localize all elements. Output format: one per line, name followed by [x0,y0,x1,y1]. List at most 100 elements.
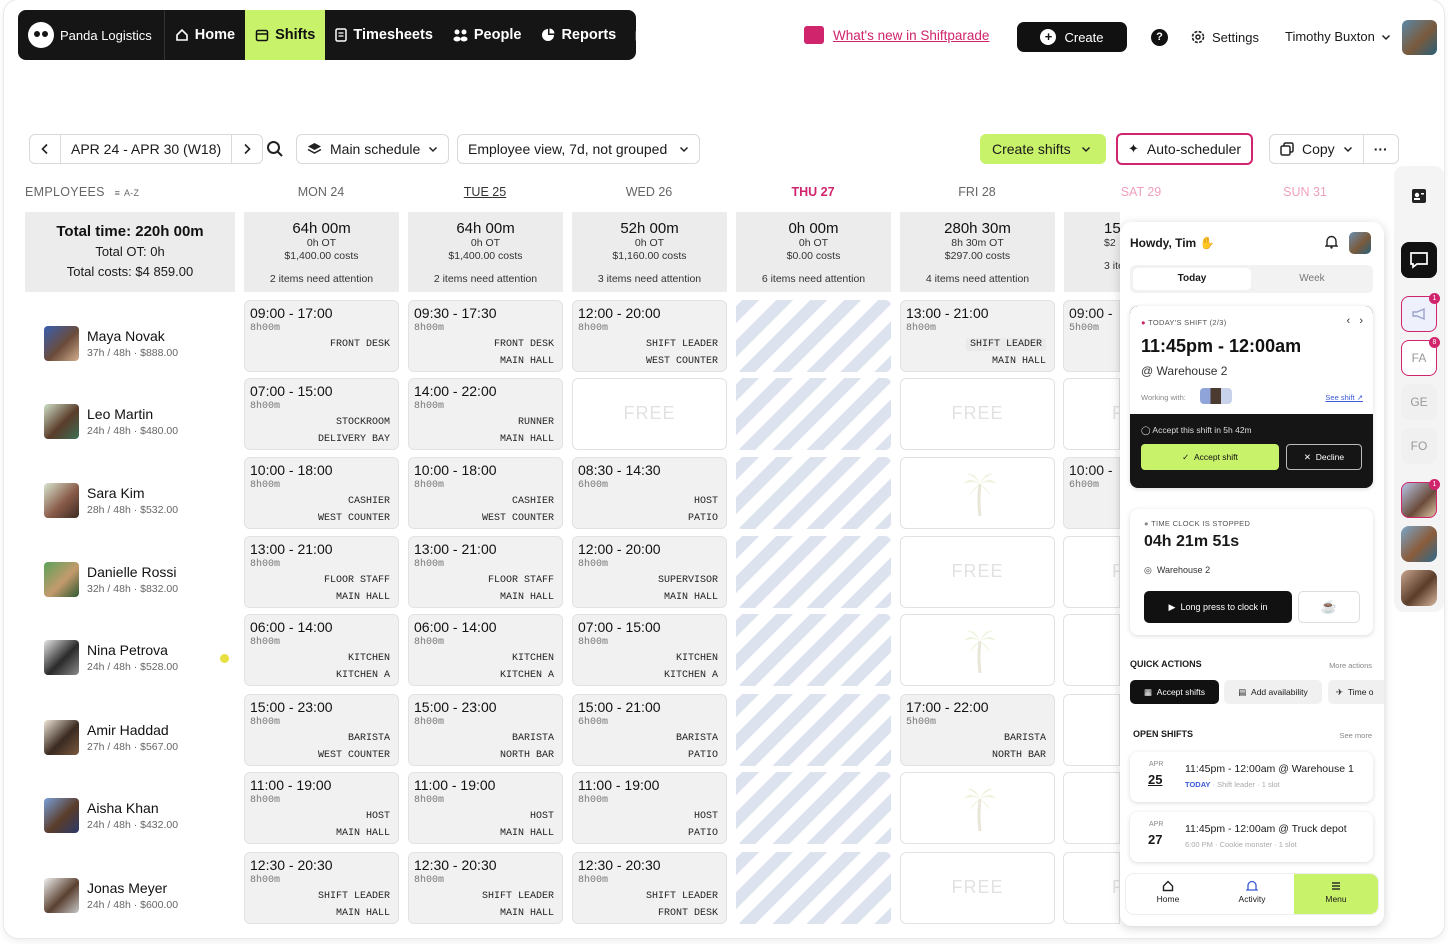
more-actions-link[interactable]: More actions [1329,661,1372,670]
free-cell[interactable]: FREE [900,536,1055,608]
nav-home[interactable]: Home [165,10,245,60]
employees-header[interactable]: EMPLOYEES ≡ A-Z [25,185,139,199]
panel-avatar[interactable] [1349,232,1371,254]
free-cell[interactable] [1063,694,1120,766]
settings-button[interactable]: Settings [1190,29,1259,45]
shift-card[interactable]: 12:30 - 20:30 8h00m SHIFT LEADER MAIN HALL [408,852,563,924]
shift-card[interactable]: 15:00 - 23:00 8h00m BARISTA WEST COUNTER [244,694,399,766]
day-summary[interactable]: 52h 00m 0h OT $1,160.00 costs 3 items need … [572,212,727,292]
day-header[interactable]: SUN 31 [1228,185,1382,199]
day-header[interactable]: FRI 28 [900,185,1054,199]
open-shift-item[interactable]: APR 25 11:45pm - 12:00am @ Warehouse 1 TODA… [1130,752,1373,802]
whats-new-link[interactable]: What's new in Shiftparade [804,26,989,44]
add-availability-action[interactable]: ▤ Add availability [1224,680,1322,704]
rail-contact-ge[interactable]: GE [1401,384,1437,420]
bottom-nav-activity[interactable]: Activity [1210,874,1294,914]
shift-card[interactable]: 06:00 - 14:00 8h00m KITCHEN KITCHEN A [408,614,563,686]
view-select[interactable]: Employee view, 7d, not grouped [457,134,701,164]
day-header[interactable]: SAT 29 [1064,185,1218,199]
day-summary[interactable]: 64h 00m 0h OT $1,400.00 costs 2 items need … [408,212,563,292]
see-more-link[interactable]: See more [1339,731,1372,740]
pin-icon[interactable]: ▮ [626,10,636,60]
day-summary[interactable]: 280h 30m 8h 30m OT $297.00 costs 4 items ne… [900,212,1055,292]
employee-row[interactable]: Leo Martin 24h / 48h · $480.00 [44,404,178,439]
shift-card[interactable]: 12:30 - 20:30 8h00m SHIFT LEADER MAIN HALL [244,852,399,924]
rail-contact-avatar-3[interactable] [1401,570,1437,606]
bottom-nav-home[interactable]: Home [1126,874,1210,914]
bell-icon[interactable] [1325,235,1338,249]
tab-today[interactable]: Today [1133,268,1251,290]
rail-contact-avatar-1[interactable]: 1 [1401,479,1440,518]
next-week-button[interactable] [232,135,262,163]
create-shifts-button[interactable]: Create shifts [980,134,1106,164]
prev-week-button[interactable] [30,135,61,163]
accept-shifts-action[interactable]: ▦ Accept shifts [1130,680,1219,704]
employee-row[interactable]: Amir Haddad 27h / 48h · $567.00 [44,720,178,755]
day-header[interactable]: TUE 25 [408,185,562,199]
shift-card[interactable]: 09:30 - 17:30 8h00m FRONT DESK MAIN HALL [408,300,563,372]
nav-shifts[interactable]: Shifts [245,10,326,60]
chevron-left-icon[interactable]: ‹ [1346,315,1350,327]
employee-row[interactable]: Nina Petrova 24h / 48h · $528.00 [44,640,229,675]
day-summary[interactable]: 64h 00m 0h OT $1,400.00 costs 2 items need … [244,212,399,292]
chevron-right-icon[interactable]: › [1359,315,1363,327]
shift-card[interactable]: 10:00 - 18:00 8h00m CASHIER WEST COUNTER [244,457,399,529]
copy-button[interactable]: Copy [1270,135,1364,163]
date-range-label[interactable]: APR 24 - APR 30 (W18) [61,135,233,163]
chat-button[interactable] [1401,242,1437,278]
shift-card[interactable]: 11:00 - 19:00 8h00m HOST MAIN HALL [244,772,399,844]
free-cell[interactable] [1063,772,1120,844]
clock-in-button[interactable]: ▶ Long press to clock in [1144,591,1292,623]
decline-button[interactable]: ✕ Decline [1286,444,1362,470]
shift-card[interactable]: 07:00 - 15:00 8h00m STOCKROOM DELIVERY BAY [244,378,399,450]
shift-card[interactable]: 17:00 - 22:00 5h00m BARISTA NORTH BAR [900,694,1055,766]
user-menu[interactable]: Timothy Buxton [1285,29,1391,44]
shift-card[interactable]: 07:00 - 15:00 8h00m KITCHEN KITCHEN A [572,614,727,686]
shift-card[interactable]: 10:00 - 18:00 8h00m CASHIER WEST COUNTER [408,457,563,529]
free-cell[interactable]: F [1063,852,1120,924]
help-icon[interactable]: ? [1151,29,1168,46]
accept-shift-button[interactable]: ✓ Accept shift [1141,444,1279,470]
search-button[interactable] [266,134,284,164]
shift-card[interactable]: 06:00 - 14:00 8h00m KITCHEN KITCHEN A [244,614,399,686]
shift-card[interactable]: 11:00 - 19:00 8h00m HOST PATIO [572,772,727,844]
time-off-action[interactable]: ✈ Time o [1328,680,1384,704]
employee-row[interactable]: Danielle Rossi 32h / 48h · $832.00 [44,562,178,597]
shift-card[interactable]: 15:00 - 23:00 8h00m BARISTA NORTH BAR [408,694,563,766]
auto-scheduler-button[interactable]: ✦ Auto-scheduler [1116,133,1254,165]
rail-announcements[interactable]: 1 [1401,293,1440,332]
schedule-select[interactable]: Main schedule [296,134,450,164]
free-cell[interactable]: FREE [900,852,1055,924]
nav-timesheets[interactable]: Timesheets [325,10,443,60]
employee-row[interactable]: Jonas Meyer 24h / 48h · $600.00 [44,878,178,913]
day-off-cell[interactable] [900,772,1055,844]
shift-card[interactable]: 14:00 - 22:00 8h00m RUNNER MAIN HALL [408,378,563,450]
rail-contact-avatar-2[interactable] [1401,526,1437,562]
user-avatar[interactable] [1402,20,1437,55]
shift-card[interactable]: 12:00 - 20:00 8h00m SHIFT LEADER WEST COUNT… [572,300,727,372]
coworker-avatars[interactable] [1200,388,1232,404]
employee-row[interactable]: Sara Kim 28h / 48h · $532.00 [44,483,178,518]
shift-card[interactable]: 09:00 - 17:00 8h00m FRONT DESK [244,300,399,372]
rail-contact-fa[interactable]: FA 8 [1401,337,1440,376]
free-cell[interactable]: F [1063,378,1120,450]
rail-contact-fo[interactable]: FO [1401,428,1437,464]
shift-card[interactable]: 13:00 - 21:00 8h00m FLOOR STAFF MAIN HALL [408,536,563,608]
shift-card[interactable]: 09:00 - 5h00m [1063,300,1120,372]
free-cell[interactable]: FREE [900,378,1055,450]
shift-card[interactable]: 13:00 - 21:00 8h00m FLOOR STAFF MAIN HALL [244,536,399,608]
tab-week[interactable]: Week [1254,268,1370,290]
see-shift-link[interactable]: See shift ↗ [1325,393,1363,402]
shift-card[interactable]: 08:30 - 14:30 6h00m HOST PATIO [572,457,727,529]
day-header[interactable]: WED 26 [572,185,726,199]
brand[interactable]: Panda Logistics [18,10,165,60]
free-cell[interactable] [1063,614,1120,686]
shift-card[interactable]: 11:00 - 19:00 8h00m HOST MAIN HALL [408,772,563,844]
day-header[interactable]: THU 27 [736,185,890,199]
bottom-nav-menu[interactable]: Menu [1294,874,1378,914]
open-shift-item[interactable]: APR 27 11:45pm - 12:00am @ Truck depot 6:00… [1130,812,1373,862]
rail-toggle-button[interactable] [1401,178,1437,214]
day-summary[interactable]: 0h 00m 0h OT $0.00 costs 6 items need atten… [736,212,891,292]
nav-people[interactable]: People [443,10,532,60]
coffee-break-button[interactable]: ☕ [1298,591,1360,623]
